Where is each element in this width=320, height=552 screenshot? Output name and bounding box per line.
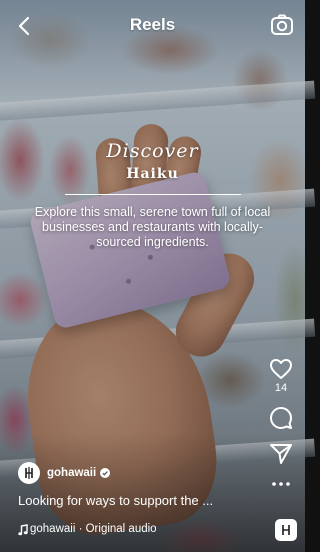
page-title: Reels	[129, 15, 176, 34]
author-row[interactable]: gohawaii	[18, 461, 111, 485]
action-column: 14	[269, 358, 293, 490]
verified-badge-icon	[100, 468, 111, 478]
audio-label[interactable]: gohawaii · Original audio	[30, 523, 157, 535]
divider	[64, 194, 241, 195]
video-text-overlay: Discover Haiku Explore this small, seren…	[0, 140, 305, 250]
overlay-heading: Discover	[106, 140, 199, 162]
audio-logo-icon	[282, 525, 290, 535]
comment-icon[interactable]	[269, 406, 293, 430]
like-count: 14	[274, 382, 288, 394]
music-note-icon	[18, 524, 28, 536]
audio-text: gohawaii · Original audio	[30, 523, 157, 535]
brand-logo-icon	[25, 467, 33, 479]
top-bar: Reels	[0, 0, 305, 50]
camera-icon[interactable]	[269, 12, 295, 38]
share-icon[interactable]	[269, 442, 293, 466]
more-options-icon[interactable]	[269, 478, 293, 490]
username[interactable]: gohawaii	[47, 467, 96, 479]
audio-thumbnail[interactable]	[275, 519, 297, 541]
heart-icon[interactable]	[269, 358, 293, 380]
avatar[interactable]	[18, 462, 40, 484]
post-caption[interactable]: Looking for ways to support the ...	[18, 493, 213, 508]
overlay-place: Haiku	[126, 166, 179, 182]
overlay-description: Explore this small, serene town full of …	[34, 205, 271, 249]
